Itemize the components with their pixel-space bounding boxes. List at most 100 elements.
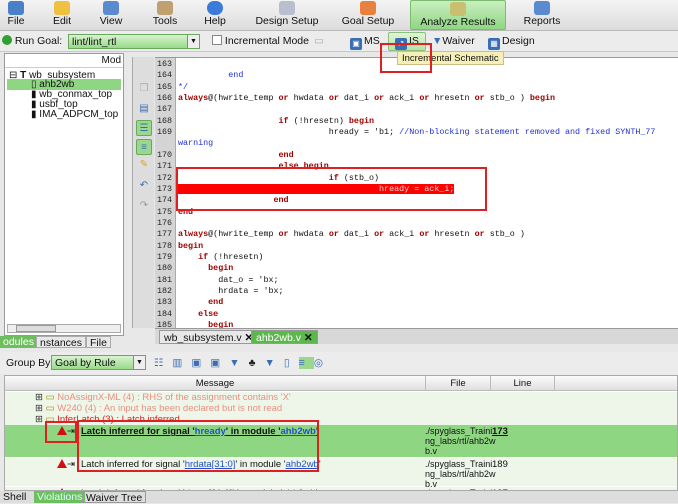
code-line[interactable]: 185 begin [155,320,678,328]
ms-icon[interactable]: ▣ [191,357,210,369]
line-numbers-icon[interactable]: ☰ [136,120,152,136]
code-line[interactable]: warning [155,138,678,149]
code-line[interactable]: 167 [155,104,678,115]
save-icon[interactable]: ▤ [136,101,152,117]
tab-shell[interactable]: Shell [0,491,29,503]
code-line[interactable]: 173 hready = ack_i; [155,183,678,195]
tab-design-setup[interactable]: Design Setup [254,0,320,30]
menu-tools[interactable]: Tools [150,0,180,30]
code-line[interactable]: 165 */ [155,82,678,93]
tab-files[interactable]: File [86,336,111,349]
tab-modules[interactable]: odules [0,336,37,348]
rule-group-row[interactable]: ⊞ ▭ NoAssignX-ML (4) : RHS of the assign… [5,392,677,403]
waiver-button[interactable]: ▼Waiver [432,34,475,49]
code-line[interactable]: 168 if (!hresetn) begin [155,116,678,127]
column-header-message[interactable]: Message [5,376,426,391]
rule-group-row[interactable]: ⊞ ▭ W240 (4) : An input has been declare… [5,403,677,414]
view-icon [103,1,119,15]
chevron-down-icon[interactable]: ▼ [133,356,145,369]
signal-link[interactable]: hready [195,426,226,437]
column-header-line[interactable]: Line [491,376,555,391]
tab-violations[interactable]: Violations [34,491,86,503]
menu-reports[interactable]: Reports [522,0,562,30]
filter-icon[interactable]: ▼ [229,357,248,369]
is-button[interactable]: ↗ IS [388,32,426,51]
incremental-mode-checkbox[interactable]: Incremental Mode [212,34,309,49]
code-text: end [178,207,193,218]
edit-icon[interactable]: ✎ [136,157,152,173]
horizontal-scrollbar[interactable] [7,324,121,333]
folder-icon[interactable]: ▭ [314,34,324,49]
module-link[interactable]: ahb2wb [280,426,315,437]
menu-help[interactable]: Help [202,0,228,30]
tab-waiver-tree[interactable]: Waiver Tree [82,491,147,504]
code-line[interactable]: 164 end [155,70,678,81]
columns-icon[interactable]: ▥ [172,357,191,369]
line-number[interactable]: 173 [492,426,508,437]
code-line[interactable]: 179 if (!hresetn) [155,252,678,263]
tab-goal-setup[interactable]: Goal Setup [340,0,396,30]
expand-icon[interactable]: ⊞ [35,392,43,403]
expand-icon[interactable]: ⊞ [35,414,43,425]
code-line[interactable]: 166 always@(hwrite_temp or hwdata or dat_… [155,93,678,104]
menu-edit[interactable]: Edit [50,0,74,30]
code-token: @(hwrite_temp [208,229,279,240]
code-line[interactable]: 183 end [155,297,678,308]
code-line[interactable]: 174 end [155,195,678,206]
is-icon[interactable]: ▣ [210,357,229,369]
code-token: or [374,93,385,104]
tab-wb-subsystem[interactable]: wb_subsystem.v ✕ [159,330,259,344]
highlight-icon[interactable]: ≡ [298,357,314,369]
highlight-icon[interactable]: ≡ [136,139,152,155]
code-line[interactable]: 180 begin [155,263,678,274]
filter-edit-icon[interactable]: ▼ [264,357,283,369]
menu-view[interactable]: View [98,0,124,30]
tab-analyze-results[interactable]: Analyze Results [410,0,506,30]
code-token: or [419,93,430,104]
chevron-down-icon[interactable]: ▼ [187,35,199,48]
copy-icon[interactable]: ❐ [136,81,152,97]
group-by-select[interactable]: Goal by Rule ▼ [51,355,146,370]
refresh-icon[interactable]: ◎ [314,357,332,369]
redo-icon[interactable]: ↷ [136,198,152,214]
code-line[interactable]: 178 begin [155,241,678,252]
tab-ahb2wb[interactable]: ahb2wb.v ✕ [251,330,318,344]
code-line[interactable]: 170 end [155,150,678,161]
signal-link[interactable]: hrdata[31:0] [185,459,236,470]
column-header-file[interactable]: File [426,376,491,391]
code-line[interactable]: 184 else [155,309,678,320]
undo-icon[interactable]: ↶ [136,178,152,194]
code-text: dat_o = 'bx; [178,275,278,286]
code-line[interactable]: 181 dat_o = 'bx; [155,275,678,286]
code-line[interactable]: 171 else begin [155,161,678,172]
find-icon[interactable]: ♣ [249,357,265,369]
ms-button[interactable]: ▣ MS [350,34,380,50]
code-line[interactable]: 177 always@(hwrite_temp or hwdata or dat_… [155,229,678,240]
design-button[interactable]: ▦ Design [488,34,535,50]
tab-instances[interactable]: nstances [36,336,87,349]
doc-icon[interactable]: ▯ [284,357,299,369]
code-line[interactable]: 176 [155,218,678,229]
violation-row[interactable]: ⇥ Latch inferred for signal 'hready' in m… [5,425,677,458]
violation-row[interactable]: ⇥ Latch inferred for signal 'hrdata[31:0]… [5,458,677,489]
tree-item[interactable]: ▮ IMA_ADPCM_top [31,109,118,120]
line-number: 176 [157,217,173,228]
run-goal-button[interactable]: Run Goal: [2,34,62,49]
code-editor[interactable]: 163 164 end 165 */166 always@(hwrite_temp or… [155,57,678,328]
code-line[interactable]: 175 end [155,207,678,218]
close-icon[interactable]: ✕ [304,332,313,344]
code-line[interactable]: 169 hready = 'b1; //Non-blocking stateme… [155,127,678,138]
code-line[interactable]: 182 hrdata = 'bx; [155,286,678,297]
tree-icon[interactable]: ☷ [154,357,172,369]
rule-group-row[interactable]: ⊞ ▭ InferLatch (3) : Latch inferred [5,414,677,425]
code-line[interactable]: 172 if (stb_o) [155,173,678,184]
expand-icon[interactable]: ⊞ [35,403,43,414]
help-icon [207,1,223,15]
file-path: ./spyglass_Traini [425,459,493,469]
menu-file[interactable]: File [4,0,28,30]
module-link[interactable]: ahb2wb [286,459,319,470]
line-number: 183 [157,297,173,308]
goal-select[interactable]: lint/lint_rtl ▼ [68,34,200,49]
line-number[interactable]: 189 [492,459,508,470]
